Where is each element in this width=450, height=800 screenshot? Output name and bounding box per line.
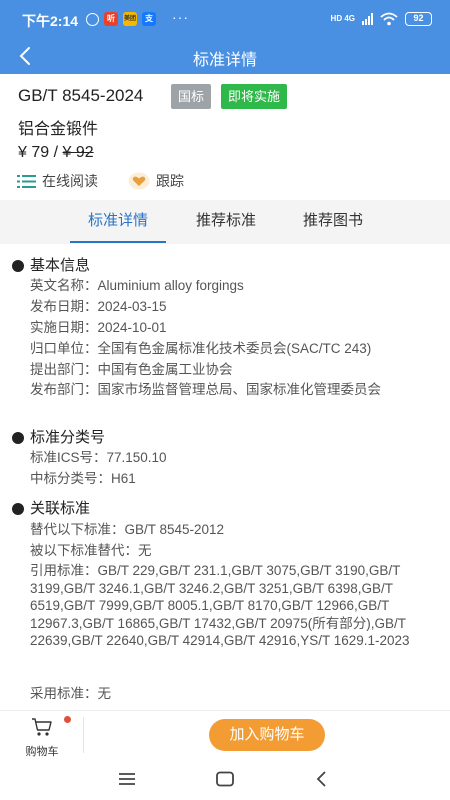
signal-icon bbox=[362, 13, 373, 25]
wifi-icon bbox=[380, 12, 398, 26]
meituan-app-icon: 美团 bbox=[123, 12, 137, 26]
bullet-icon bbox=[12, 502, 24, 515]
info-row-replaced-by: 被以下标准替代：无 bbox=[30, 543, 152, 558]
status-time: 下午2:14 bbox=[22, 13, 79, 29]
detail-content[interactable]: 基本信息 英文名称：Aluminium alloy forgings 发布日期：… bbox=[0, 252, 450, 710]
status-notification-icons: 听 美团 支 bbox=[86, 12, 156, 26]
status-right-icons: HD 4G 92 bbox=[331, 12, 432, 26]
info-row-english-name: 英文名称：Aluminium alloy forgings bbox=[30, 278, 244, 293]
follow-label: 跟踪 bbox=[156, 173, 184, 189]
tab-recommended-books[interactable]: 推荐图书 bbox=[285, 200, 381, 242]
section-classification: 标准分类号 bbox=[12, 426, 105, 447]
cart-badge-dot bbox=[64, 716, 71, 723]
info-row-ics: 标准ICS号：77.150.10 bbox=[30, 450, 167, 465]
info-row-implement-date: 实施日期：2024-10-01 bbox=[30, 320, 167, 335]
read-online-button[interactable]: 在线阅读 bbox=[17, 171, 98, 191]
battery-icon: 92 bbox=[405, 12, 432, 26]
info-row-replaces: 替代以下标准：GB/T 8545-2012 bbox=[30, 522, 225, 537]
bottom-bar: 购物车 加入购物车 bbox=[0, 710, 450, 758]
nav-bar: 标准详情 bbox=[0, 40, 450, 74]
price: ¥ 79 / ¥ 92 bbox=[18, 144, 94, 162]
home-icon[interactable] bbox=[212, 766, 238, 792]
bullet-icon bbox=[12, 259, 24, 272]
original-price: ¥ 92 bbox=[62, 144, 94, 161]
section-title: 关联标准 bbox=[30, 500, 91, 517]
follow-button[interactable]: 跟踪 bbox=[128, 171, 184, 191]
info-row-publish-date: 发布日期：2024-03-15 bbox=[30, 299, 167, 314]
back-icon[interactable] bbox=[309, 766, 335, 792]
menu-icon[interactable] bbox=[114, 766, 140, 792]
more-notifications-icon: ··· bbox=[172, 9, 189, 25]
cart-label: 购物车 bbox=[25, 746, 59, 758]
section-title: 标准分类号 bbox=[30, 429, 106, 446]
info-row-adopted: 采用标准：无 bbox=[30, 686, 111, 701]
add-to-cart-button[interactable]: 加入购物车 bbox=[209, 719, 325, 751]
alipay-app-icon: 支 bbox=[142, 12, 156, 26]
tab-recommended-standards[interactable]: 推荐标准 bbox=[178, 200, 274, 242]
divider bbox=[83, 717, 84, 753]
status-bar: 下午2:14 听 美团 支 ··· HD 4G 92 bbox=[0, 0, 450, 40]
section-title: 基本信息 bbox=[30, 257, 91, 274]
current-price: ¥ 79 / bbox=[18, 144, 63, 161]
tab-bar: 标准详情 推荐标准 推荐图书 bbox=[0, 200, 450, 244]
standard-type-badge: 国标 bbox=[171, 84, 212, 109]
info-row-ccs: 中标分类号：H61 bbox=[30, 471, 136, 486]
standard-name: 铝合金锻件 bbox=[18, 121, 99, 138]
section-related: 关联标准 bbox=[12, 497, 90, 518]
info-row-references: 引用标准：GB/T 229,GB/T 231.1,GB/T 3075,GB/T … bbox=[30, 563, 410, 648]
info-row-publisher: 发布部门：国家市场监督管理总局、国家标准化管理委员会 bbox=[30, 382, 381, 397]
listen-app-icon: 听 bbox=[104, 12, 118, 26]
network-type-label: HD 4G bbox=[331, 15, 355, 23]
network-label: HD 4G bbox=[330, 14, 355, 23]
bullet-icon bbox=[12, 431, 24, 444]
info-row-proposer: 提出部门：中国有色金属工业协会 bbox=[30, 362, 233, 377]
standard-number: GB/T 8545-2024 bbox=[18, 86, 144, 105]
tab-standard-details[interactable]: 标准详情 bbox=[70, 200, 166, 243]
info-row-committee: 归口单位：全国有色金属标准化技术委员会(SAC/TC 243) bbox=[30, 341, 372, 356]
cart-icon bbox=[32, 718, 52, 736]
status-badge: 即将实施 bbox=[221, 84, 288, 109]
system-nav-bar bbox=[0, 758, 450, 800]
section-basic-info: 基本信息 bbox=[12, 254, 90, 275]
alarm-icon bbox=[86, 12, 99, 26]
cart-button[interactable]: 购物车 bbox=[22, 717, 62, 759]
read-online-label: 在线阅读 bbox=[42, 173, 98, 189]
heart-icon bbox=[128, 172, 150, 190]
page-title: 标准详情 bbox=[192, 52, 257, 69]
list-icon bbox=[17, 174, 36, 188]
